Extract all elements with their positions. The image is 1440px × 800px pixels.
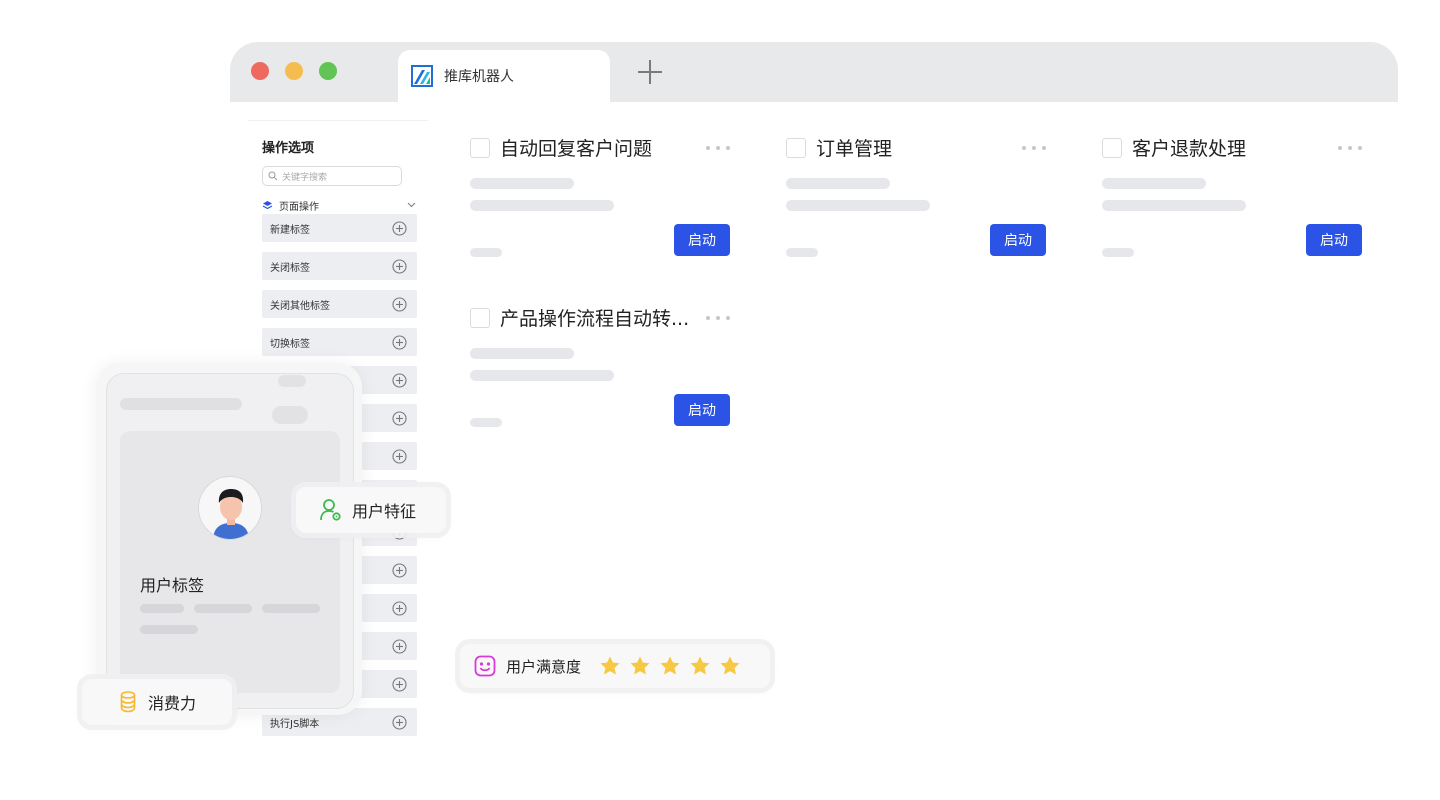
- app-logo-icon: [411, 65, 433, 87]
- tab-title: 推库机器人: [444, 69, 514, 85]
- star-icon[interactable]: [599, 655, 621, 677]
- more-options-icon[interactable]: [1022, 146, 1046, 152]
- title-bar: 推库机器人: [230, 42, 1398, 102]
- person-avatar-icon: [213, 489, 249, 539]
- star-icon[interactable]: [629, 655, 651, 677]
- task-card: 自动回复客户问题启动: [470, 138, 730, 278]
- more-options-icon[interactable]: [1338, 146, 1362, 152]
- sidebar-item-label: 执行JS脚本: [270, 718, 320, 730]
- task-checkbox[interactable]: [470, 308, 490, 328]
- user-feature-chip: 用户特征: [296, 487, 446, 533]
- spending-power-label: 消费力: [148, 694, 197, 713]
- star-icon[interactable]: [719, 655, 741, 677]
- user-avatar: [198, 476, 262, 540]
- layers-icon: [262, 200, 273, 209]
- text-placeholder: [786, 178, 890, 189]
- minimize-window-button[interactable]: [285, 62, 303, 80]
- page-operations-group[interactable]: 页面操作: [262, 197, 416, 213]
- more-options-icon[interactable]: [706, 146, 730, 152]
- text-placeholder: [1102, 200, 1246, 211]
- start-button[interactable]: 启动: [674, 394, 730, 426]
- task-card: 客户退款处理启动: [1102, 138, 1362, 278]
- new-tab-plus-icon[interactable]: [637, 59, 663, 85]
- task-title: 产品操作流程自动转...: [500, 308, 690, 330]
- chevron-down-icon[interactable]: [407, 202, 416, 208]
- close-window-button[interactable]: [251, 62, 269, 80]
- task-title: 自动回复客户问题: [500, 138, 653, 160]
- phone-header-placeholder: [120, 398, 242, 410]
- add-circle-icon[interactable]: [392, 448, 407, 464]
- task-checkbox[interactable]: [1102, 138, 1122, 158]
- sidebar-item[interactable]: 关闭其他标签: [262, 290, 417, 318]
- add-circle-icon[interactable]: [392, 600, 407, 616]
- add-circle-icon[interactable]: [392, 334, 407, 350]
- phone-speaker: [272, 406, 308, 424]
- add-circle-icon[interactable]: [392, 296, 407, 312]
- satisfaction-label: 用户满意度: [506, 657, 582, 676]
- star-icon[interactable]: [689, 655, 711, 677]
- browser-window: 推库机器人 操作选项 关键字搜索 页面操作 新建标签 关闭标签 关闭其他标签 切…: [230, 42, 1398, 782]
- user-feature-label: 用户特征: [352, 502, 417, 521]
- add-circle-icon[interactable]: [392, 220, 407, 236]
- more-options-icon[interactable]: [706, 316, 730, 322]
- sidebar-item-label: 关闭其他标签: [270, 300, 330, 312]
- coin-stack-icon: [120, 691, 136, 713]
- text-placeholder: [786, 200, 930, 211]
- tag-placeholder: [194, 604, 252, 613]
- star-icon[interactable]: [659, 655, 681, 677]
- start-button[interactable]: 启动: [674, 224, 730, 256]
- satisfaction-chip: 用户满意度: [460, 644, 770, 688]
- task-card: 产品操作流程自动转... 启动: [470, 308, 730, 448]
- add-circle-icon[interactable]: [392, 258, 407, 274]
- task-card: 订单管理启动: [786, 138, 1046, 278]
- add-circle-icon[interactable]: [392, 562, 407, 578]
- browser-tab[interactable]: 推库机器人: [398, 50, 610, 102]
- smile-face-icon: [474, 655, 496, 677]
- add-circle-icon[interactable]: [392, 410, 407, 426]
- add-circle-icon[interactable]: [392, 372, 407, 388]
- add-circle-icon[interactable]: [392, 676, 407, 692]
- tag-placeholder: [140, 604, 184, 613]
- text-placeholder: [1102, 178, 1206, 189]
- task-title: 客户退款处理: [1132, 138, 1247, 160]
- sidebar-item-label: 关闭标签: [270, 262, 310, 274]
- sidebar-title: 操作选项: [262, 141, 315, 156]
- text-placeholder: [470, 178, 574, 189]
- start-button[interactable]: 启动: [990, 224, 1046, 256]
- group-label: 页面操作: [279, 201, 319, 213]
- user-profile-card: [120, 431, 340, 693]
- text-placeholder: [1102, 248, 1134, 257]
- add-circle-icon[interactable]: [392, 714, 407, 730]
- text-placeholder: [470, 200, 614, 211]
- spending-power-chip: 消费力: [82, 679, 232, 725]
- text-placeholder: [470, 418, 502, 427]
- tag-placeholder: [262, 604, 320, 613]
- text-placeholder: [470, 248, 502, 257]
- text-placeholder: [470, 370, 614, 381]
- user-tags-label: 用户标签: [140, 576, 205, 595]
- sidebar-search-input[interactable]: 关键字搜索: [262, 166, 402, 186]
- text-placeholder: [470, 348, 574, 359]
- phone-camera: [278, 375, 306, 387]
- tag-placeholder: [140, 625, 198, 634]
- maximize-window-button[interactable]: [319, 62, 337, 80]
- text-placeholder: [786, 248, 818, 257]
- satisfaction-stars: [599, 655, 749, 677]
- search-placeholder: 关键字搜索: [282, 172, 328, 183]
- task-checkbox[interactable]: [470, 138, 490, 158]
- sidebar-item-label: 新建标签: [270, 224, 310, 236]
- add-circle-icon[interactable]: [392, 638, 407, 654]
- search-icon: [268, 171, 278, 181]
- sidebar-item[interactable]: 新建标签: [262, 214, 417, 242]
- sidebar-item[interactable]: 关闭标签: [262, 252, 417, 280]
- task-title: 订单管理: [816, 138, 893, 160]
- task-checkbox[interactable]: [786, 138, 806, 158]
- sidebar-item[interactable]: 切换标签: [262, 328, 417, 356]
- start-button[interactable]: 启动: [1306, 224, 1362, 256]
- user-settings-icon: [320, 499, 341, 521]
- sidebar-item-label: 切换标签: [270, 338, 310, 350]
